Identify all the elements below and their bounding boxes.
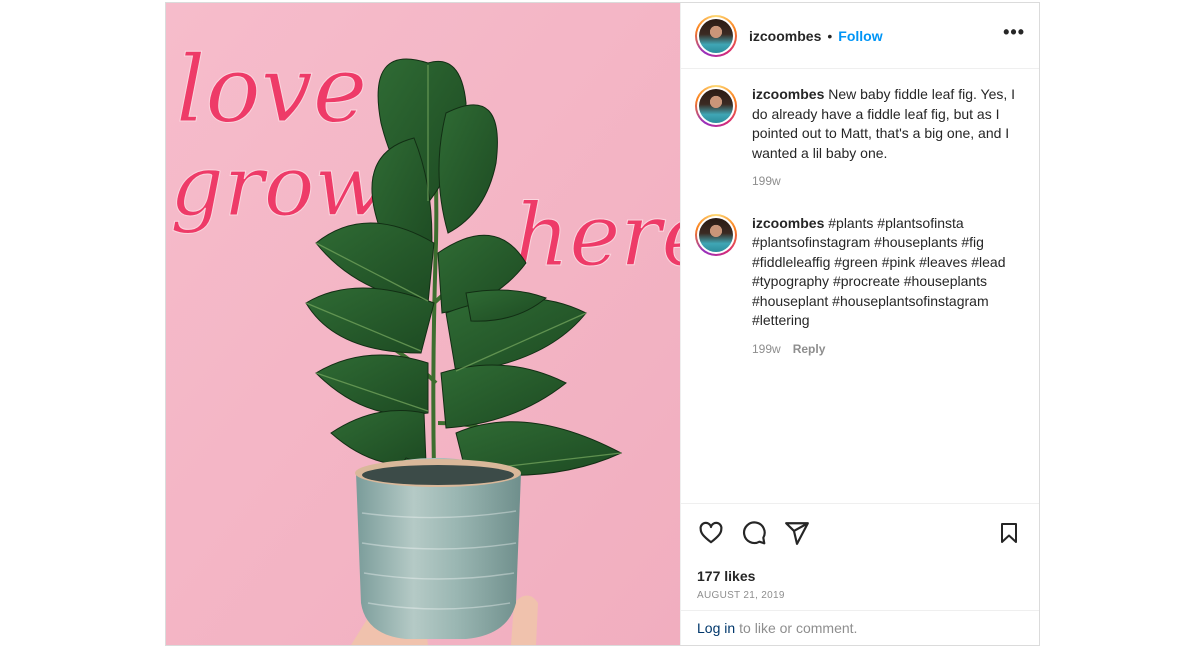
follow-button[interactable]: Follow: [838, 28, 882, 44]
post-header: izcoombes • Follow •••: [681, 3, 1039, 69]
post-image[interactable]: love grows here: [166, 3, 680, 645]
separator-dot: •: [827, 27, 833, 44]
login-link[interactable]: Log in: [697, 620, 735, 636]
header-username[interactable]: izcoombes: [749, 28, 821, 44]
hashtag-comment: izcoombes #plants #plantsofinsta #plants…: [695, 213, 1025, 360]
more-options-icon[interactable]: •••: [1003, 22, 1025, 49]
reply-button[interactable]: Reply: [793, 340, 826, 360]
likes-count[interactable]: 177 likes: [697, 568, 1023, 584]
instagram-post: love grows here: [165, 2, 1040, 646]
actions-section: 177 likes AUGUST 21, 2019: [681, 503, 1039, 610]
post-photo: love grows here: [166, 3, 680, 645]
send-icon[interactable]: [783, 519, 811, 547]
comment-avatar[interactable]: [695, 85, 737, 127]
login-prompt-text: to like or comment.: [739, 620, 858, 636]
lettering-love: love: [176, 36, 367, 143]
heart-icon[interactable]: [697, 519, 725, 547]
login-prompt: Log in to like or comment.: [681, 610, 1039, 645]
comment-avatar[interactable]: [695, 213, 737, 256]
comment-username[interactable]: izcoombes: [752, 215, 824, 231]
bookmark-icon[interactable]: [995, 519, 1023, 547]
comment-age[interactable]: 199w: [752, 172, 781, 192]
post-date[interactable]: AUGUST 21, 2019: [697, 590, 1023, 601]
comments-list: izcoombes New baby fiddle leaf fig. Yes,…: [681, 69, 1039, 503]
comment-age[interactable]: 199w: [752, 340, 781, 360]
comment-username[interactable]: izcoombes: [752, 86, 824, 102]
avatar[interactable]: [695, 14, 737, 57]
action-bar: [697, 516, 1023, 550]
comment-icon[interactable]: [740, 519, 768, 547]
post-sidebar: izcoombes • Follow ••• izcoombes New bab…: [680, 3, 1039, 645]
lettering-here: here: [514, 186, 680, 286]
comment-hashtags[interactable]: #plants #plantsofinsta #plantsofinstagra…: [752, 215, 1006, 329]
caption-comment: izcoombes New baby fiddle leaf fig. Yes,…: [695, 85, 1025, 192]
